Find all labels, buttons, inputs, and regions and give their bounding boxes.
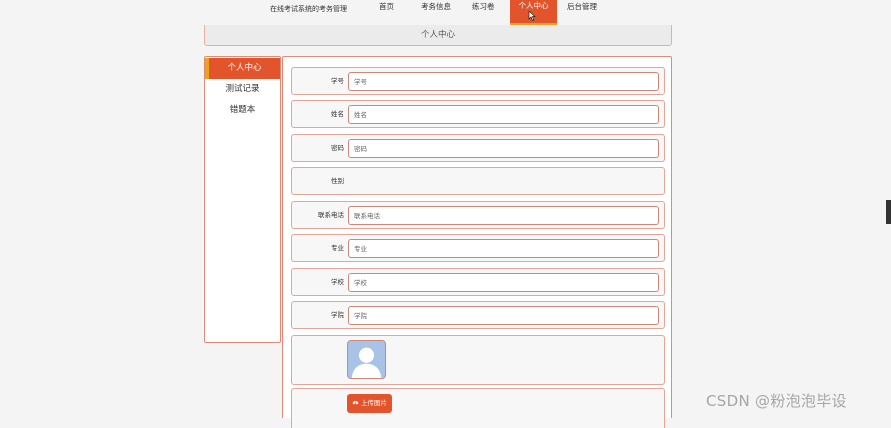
gender-label: 性别 bbox=[331, 177, 344, 185]
nav-admin[interactable]: 后台管理 bbox=[567, 2, 597, 12]
upload-button-label: 上传图片 bbox=[361, 399, 387, 407]
school-input[interactable] bbox=[348, 273, 659, 292]
name-label: 姓名 bbox=[331, 110, 344, 118]
nav-practice-paper[interactable]: 练习卷 bbox=[472, 2, 495, 12]
page-header: 个人中心 bbox=[204, 25, 672, 46]
watermark: CSDN @粉泡泡毕设 bbox=[706, 392, 847, 410]
site-title: 在线考试系统的考务管理 bbox=[270, 5, 347, 13]
phone-label: 联系电话 bbox=[318, 211, 344, 219]
school-label: 学校 bbox=[331, 278, 344, 286]
form-row-avatar bbox=[291, 335, 665, 385]
major-input[interactable] bbox=[348, 239, 659, 258]
sidebar: 个人中心 测试记录 错题本 bbox=[204, 56, 281, 343]
form-row-upload: 上传图片 bbox=[291, 388, 665, 428]
student-id-label: 学号 bbox=[331, 77, 344, 85]
major-label: 专业 bbox=[331, 244, 344, 252]
mouse-cursor-icon bbox=[528, 11, 536, 21]
form-row-major: 专业 bbox=[291, 234, 665, 262]
password-input[interactable] bbox=[348, 139, 659, 158]
form-row-college: 学院 bbox=[291, 301, 665, 329]
form-row-student-id: 学号 bbox=[291, 67, 665, 95]
nav-home[interactable]: 首页 bbox=[379, 2, 394, 12]
form-row-name: 姓名 bbox=[291, 100, 665, 128]
profile-form: 学号 姓名 密码 性别 联系电话 专业 学校 学院 bbox=[282, 56, 672, 428]
phone-input[interactable] bbox=[348, 206, 659, 225]
student-id-input[interactable] bbox=[348, 72, 659, 91]
form-row-school: 学校 bbox=[291, 268, 665, 296]
sidebar-item-wrong-questions[interactable]: 错题本 bbox=[205, 100, 280, 121]
user-silhouette-icon bbox=[348, 341, 385, 378]
edge-scroll-tab[interactable] bbox=[886, 200, 891, 224]
name-input[interactable] bbox=[348, 105, 659, 124]
avatar[interactable] bbox=[347, 340, 386, 379]
upload-cloud-icon bbox=[352, 400, 359, 405]
nav-exam-info[interactable]: 考务信息 bbox=[421, 2, 451, 12]
upload-image-button[interactable]: 上传图片 bbox=[347, 394, 392, 413]
college-input[interactable] bbox=[348, 306, 659, 325]
sidebar-item-personal-center[interactable]: 个人中心 bbox=[205, 58, 280, 79]
sidebar-item-test-records[interactable]: 测试记录 bbox=[205, 79, 280, 100]
top-nav: 在线考试系统的考务管理 首页 考务信息 练习卷 个人中心 后台管理 bbox=[0, 0, 891, 28]
college-label: 学院 bbox=[331, 311, 344, 319]
password-label: 密码 bbox=[331, 144, 344, 152]
form-row-gender: 性别 bbox=[291, 167, 665, 195]
form-row-password: 密码 bbox=[291, 134, 665, 162]
form-row-phone: 联系电话 bbox=[291, 201, 665, 229]
